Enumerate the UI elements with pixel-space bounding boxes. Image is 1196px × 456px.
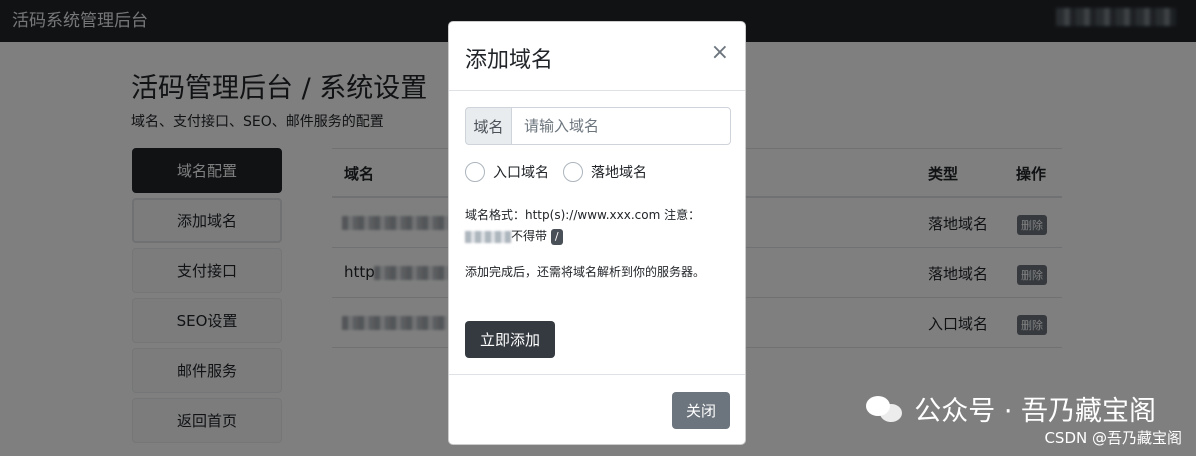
resolve-hint: 添加完成后，还需将域名解析到你的服务器。 <box>465 265 706 279</box>
wechat-watermark: 公众号 · 吾乃藏宝阁 <box>864 389 1156 428</box>
close-icon[interactable]: × <box>711 40 729 65</box>
domain-input-group: 域名 <box>465 107 731 145</box>
wechat-icon <box>864 392 904 426</box>
domain-input-label: 域名 <box>465 107 511 145</box>
radio-circle-landing[interactable] <box>563 162 583 182</box>
radio-landing-domain[interactable]: 落地域名 <box>563 162 647 182</box>
hint-format-text: 域名格式：http(s)://www.xxx.com 注意： <box>465 208 701 222</box>
radio-entry-label: 入口域名 <box>493 165 549 181</box>
radio-entry-domain[interactable]: 入口域名 <box>465 162 549 182</box>
radio-circle-entry[interactable] <box>465 162 485 182</box>
add-domain-modal: 添加域名 × 域名 入口域名 落地域名 域名格式：http(s)://www.x… <box>448 21 746 445</box>
slash-badge: / <box>550 228 563 245</box>
watermark-text: 公众号 · 吾乃藏宝阁 <box>914 396 1156 427</box>
radio-landing-label: 落地域名 <box>591 165 647 181</box>
csdn-watermark: CSDN @吾乃藏宝阁 <box>1044 429 1182 447</box>
close-button[interactable]: 关闭 <box>672 392 730 429</box>
hint-redacted <box>465 230 511 243</box>
domain-format-hint: 域名格式：http(s)://www.xxx.com 注意： 不得带 / <box>465 205 735 247</box>
modal-header: 添加域名 × <box>449 22 745 91</box>
domain-type-radios: 入口域名 落地域名 <box>465 162 647 182</box>
modal-footer: 关闭 <box>449 374 745 444</box>
domain-input[interactable] <box>511 107 731 145</box>
add-now-button[interactable]: 立即添加 <box>465 321 555 358</box>
modal-title: 添加域名 <box>465 48 554 73</box>
hint-not-with-text: 不得带 <box>511 229 548 243</box>
